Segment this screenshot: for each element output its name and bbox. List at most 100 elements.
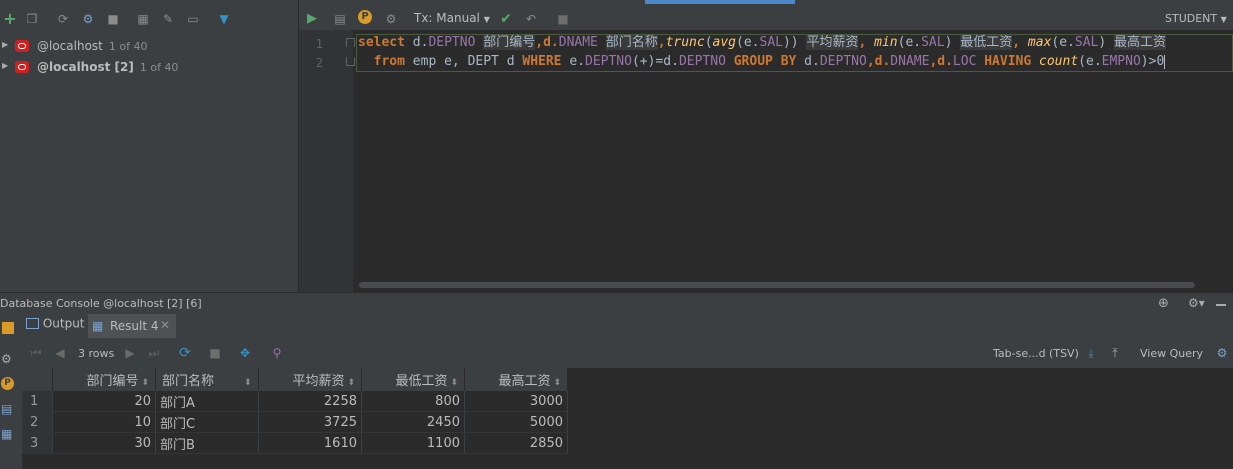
column-header[interactable]: 最高工资 ⬍: [464, 368, 568, 391]
parameters-icon[interactable]: P: [1, 377, 14, 390]
layout-icon[interactable]: ▦: [1, 427, 12, 441]
line-number: 1: [315, 37, 323, 51]
edit-icon[interactable]: ✎: [160, 11, 176, 27]
result-grid: 部门编号 ⬍ 部门名称 ⬍ 平均薪资 ⬍ 最低工资 ⬍ 最高工资 ⬍ 1 20 部门A 2…: [22, 368, 1233, 469]
table-icon[interactable]: ▦: [135, 11, 151, 27]
console-side-toolbar: ⚙ P ▤ ▦: [0, 314, 22, 469]
next-page-icon[interactable]: ▶: [122, 345, 138, 361]
expand-arrow-icon[interactable]: ▶: [2, 61, 8, 70]
console-header: Database Console @localhost [2] [6] ⊕ ⚙▾: [0, 292, 1233, 315]
row-count[interactable]: 3 rows: [78, 347, 114, 360]
filter-icon[interactable]: ▼: [216, 11, 232, 27]
fold-marker-icon[interactable]: [346, 57, 355, 66]
datasource-label: @localhost [2] 1 of 40: [37, 60, 179, 74]
column-header[interactable]: 部门编号 ⬍: [52, 368, 156, 391]
last-page-icon[interactable]: ⏭: [146, 345, 162, 361]
sort-icon: ⬍: [141, 378, 149, 388]
tab-result[interactable]: ▦ Result 4 ✕: [88, 314, 176, 338]
gear-icon[interactable]: ⚙: [1214, 345, 1230, 361]
refresh-icon[interactable]: ⟳: [55, 11, 71, 27]
code-line-1[interactable]: select d.DEPTNO 部门编号,d.DNAME 部门名称,trunc(…: [358, 33, 1167, 53]
tx-mode-dropdown[interactable]: Tx: Manual ▼: [414, 11, 490, 25]
table-row[interactable]: 3 30 部门B 1610 1100 2850: [22, 432, 568, 454]
schema-selector[interactable]: STUDENT ▼: [1165, 12, 1227, 25]
stop-icon[interactable]: ■: [105, 11, 121, 27]
cell-max-sal[interactable]: 5000: [464, 411, 568, 433]
column-header[interactable]: 部门名称 ⬍: [155, 368, 259, 391]
line-number: 2: [315, 56, 323, 70]
code-line-2[interactable]: from emp e, DEPT d WHERE e.DEPTNO(+)=d.D…: [358, 52, 1166, 72]
datasource-label: @localhost 1 of 40: [37, 39, 148, 53]
row-number-header: [22, 368, 53, 391]
cell-min-sal[interactable]: 800: [361, 391, 465, 412]
settings-icon[interactable]: ⚙: [383, 11, 399, 27]
sort-icon: ⬍: [450, 378, 458, 388]
cell-deptno[interactable]: 20: [52, 391, 156, 412]
row-number: 1: [22, 391, 53, 412]
row-number: 3: [22, 432, 53, 454]
cell-avg-sal[interactable]: 2258: [258, 391, 362, 412]
settings-icon[interactable]: ⚙: [1, 352, 12, 366]
output-panel-icon[interactable]: [2, 322, 14, 334]
explorer-toolbar: + ❐ ⟳ ⚙ ■ ▦ ✎ ▭ ▼: [0, 8, 298, 30]
cell-max-sal[interactable]: 3000: [464, 391, 568, 412]
fold-marker-icon[interactable]: [346, 38, 355, 47]
column-header[interactable]: 最低工资 ⬍: [361, 368, 465, 391]
rollback-icon[interactable]: ↶: [523, 11, 539, 27]
table-row[interactable]: 1 20 部门A 2258 800 3000: [22, 391, 568, 412]
target-icon[interactable]: ⊕: [1158, 296, 1169, 311]
cell-min-sal[interactable]: 1100: [361, 432, 465, 454]
explain-plan-icon[interactable]: ▤: [332, 11, 348, 27]
add-icon[interactable]: +: [2, 11, 18, 27]
run-icon[interactable]: ▶: [304, 11, 320, 27]
upload-icon[interactable]: ⤒: [1107, 345, 1123, 361]
cell-avg-sal[interactable]: 3725: [258, 411, 362, 433]
output-icon: [26, 318, 39, 329]
result-table: 部门编号 ⬍ 部门名称 ⬍ 平均薪资 ⬍ 最低工资 ⬍ 最高工资 ⬍ 1 20 部门A 2…: [22, 368, 568, 454]
prev-page-icon[interactable]: ◀: [52, 345, 68, 361]
pin-icon[interactable]: ⚲: [269, 345, 285, 361]
result-tabs: Output ▦ Result 4 ✕: [22, 314, 1233, 338]
export-format-dropdown[interactable]: Tab-se...d (TSV): [993, 347, 1079, 360]
tab-output[interactable]: Output: [26, 316, 85, 336]
editor-horizontal-scrollbar[interactable]: [359, 282, 1195, 288]
cell-deptno[interactable]: 30: [52, 432, 156, 454]
cell-avg-sal[interactable]: 1610: [258, 432, 362, 454]
cell-dname[interactable]: 部门B: [155, 432, 259, 454]
tree-item-datasource[interactable]: ▶ @localhost [2] 1 of 40: [0, 58, 298, 78]
cell-max-sal[interactable]: 2850: [464, 432, 568, 454]
oracle-db-icon: [15, 40, 29, 52]
first-page-icon[interactable]: ⏮: [28, 345, 44, 361]
console-icon[interactable]: ▭: [185, 11, 201, 27]
db-properties-icon[interactable]: ⚙: [80, 11, 96, 27]
table-row[interactable]: 2 10 部门C 3725 2450 5000: [22, 411, 568, 433]
close-icon[interactable]: ✕: [160, 318, 170, 332]
download-icon[interactable]: ⤓: [1083, 345, 1099, 361]
parameters-icon[interactable]: P: [358, 10, 372, 24]
tree-item-datasource[interactable]: ▶ @localhost 1 of 40: [0, 37, 298, 57]
database-explorer-panel: + ❐ ⟳ ⚙ ■ ▦ ✎ ▭ ▼ ▶ @localhost 1 of 40 ▶ …: [0, 0, 299, 292]
transpose-icon[interactable]: ✥: [237, 345, 253, 361]
sort-icon: ⬍: [244, 378, 252, 388]
duplicate-icon[interactable]: ❐: [24, 11, 40, 27]
editor-toolbar: ▶ ▤ P ⚙ Tx: Manual ▼ ✔ ↶ ■ STUDENT ▼: [299, 0, 1233, 30]
cell-deptno[interactable]: 10: [52, 411, 156, 433]
cancel-icon[interactable]: ■: [555, 11, 571, 27]
result-grid-toolbar: ⏮ ◀ 3 rows ▶ ⏭ ⟳ ■ ✥ ⚲ Tab-se...d (TSV) …: [22, 338, 1233, 368]
stop-icon[interactable]: ■: [207, 345, 223, 361]
gear-icon[interactable]: ⚙▾: [1188, 296, 1205, 310]
expand-arrow-icon[interactable]: ▶: [2, 40, 8, 49]
commit-icon[interactable]: ✔: [498, 11, 514, 27]
active-editor-tab-indicator: [645, 0, 795, 4]
minimize-icon[interactable]: [1216, 304, 1226, 306]
column-header[interactable]: 平均薪资 ⬍: [258, 368, 362, 391]
cell-dname[interactable]: 部门C: [155, 411, 259, 433]
explain-icon[interactable]: ▤: [1, 402, 12, 416]
cell-min-sal[interactable]: 2450: [361, 411, 465, 433]
cell-dname[interactable]: 部门A: [155, 391, 259, 412]
grid-icon: ▦: [92, 319, 104, 333]
console-title: Database Console @localhost [2] [6]: [0, 297, 202, 310]
view-query-button[interactable]: View Query: [1140, 347, 1203, 360]
refresh-icon[interactable]: ⟳: [177, 345, 193, 361]
editor-gutter: 1 2: [299, 30, 355, 292]
